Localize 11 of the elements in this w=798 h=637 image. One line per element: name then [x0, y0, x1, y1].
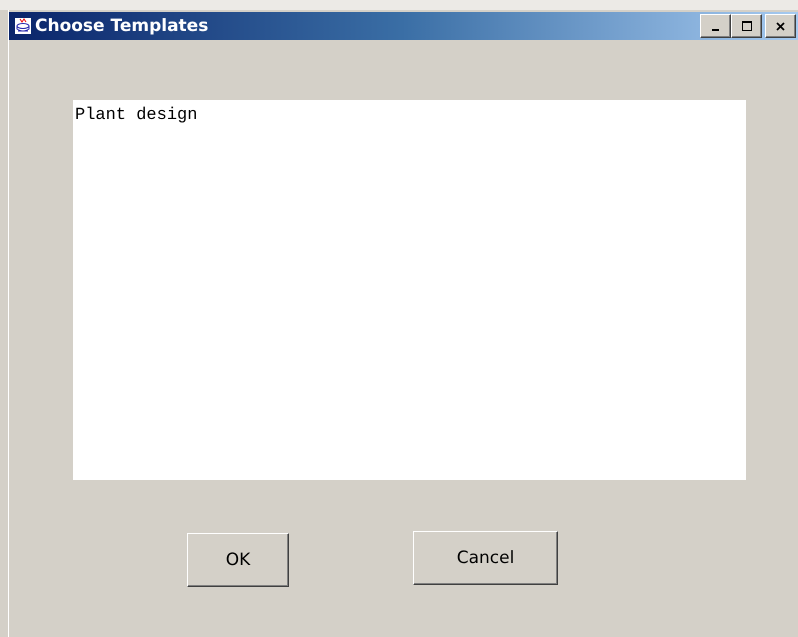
close-icon [776, 22, 785, 30]
minimize-button[interactable] [700, 14, 731, 38]
app-icon [15, 18, 31, 34]
text-area[interactable]: Plant design [73, 100, 746, 480]
maximize-icon [742, 21, 752, 31]
minimize-icon [712, 29, 719, 31]
close-button[interactable] [765, 14, 796, 38]
window-title: Choose Templates [35, 16, 210, 36]
ok-button[interactable]: OK [187, 533, 289, 587]
cancel-button[interactable]: Cancel [413, 531, 558, 585]
maximize-button[interactable] [731, 14, 762, 38]
